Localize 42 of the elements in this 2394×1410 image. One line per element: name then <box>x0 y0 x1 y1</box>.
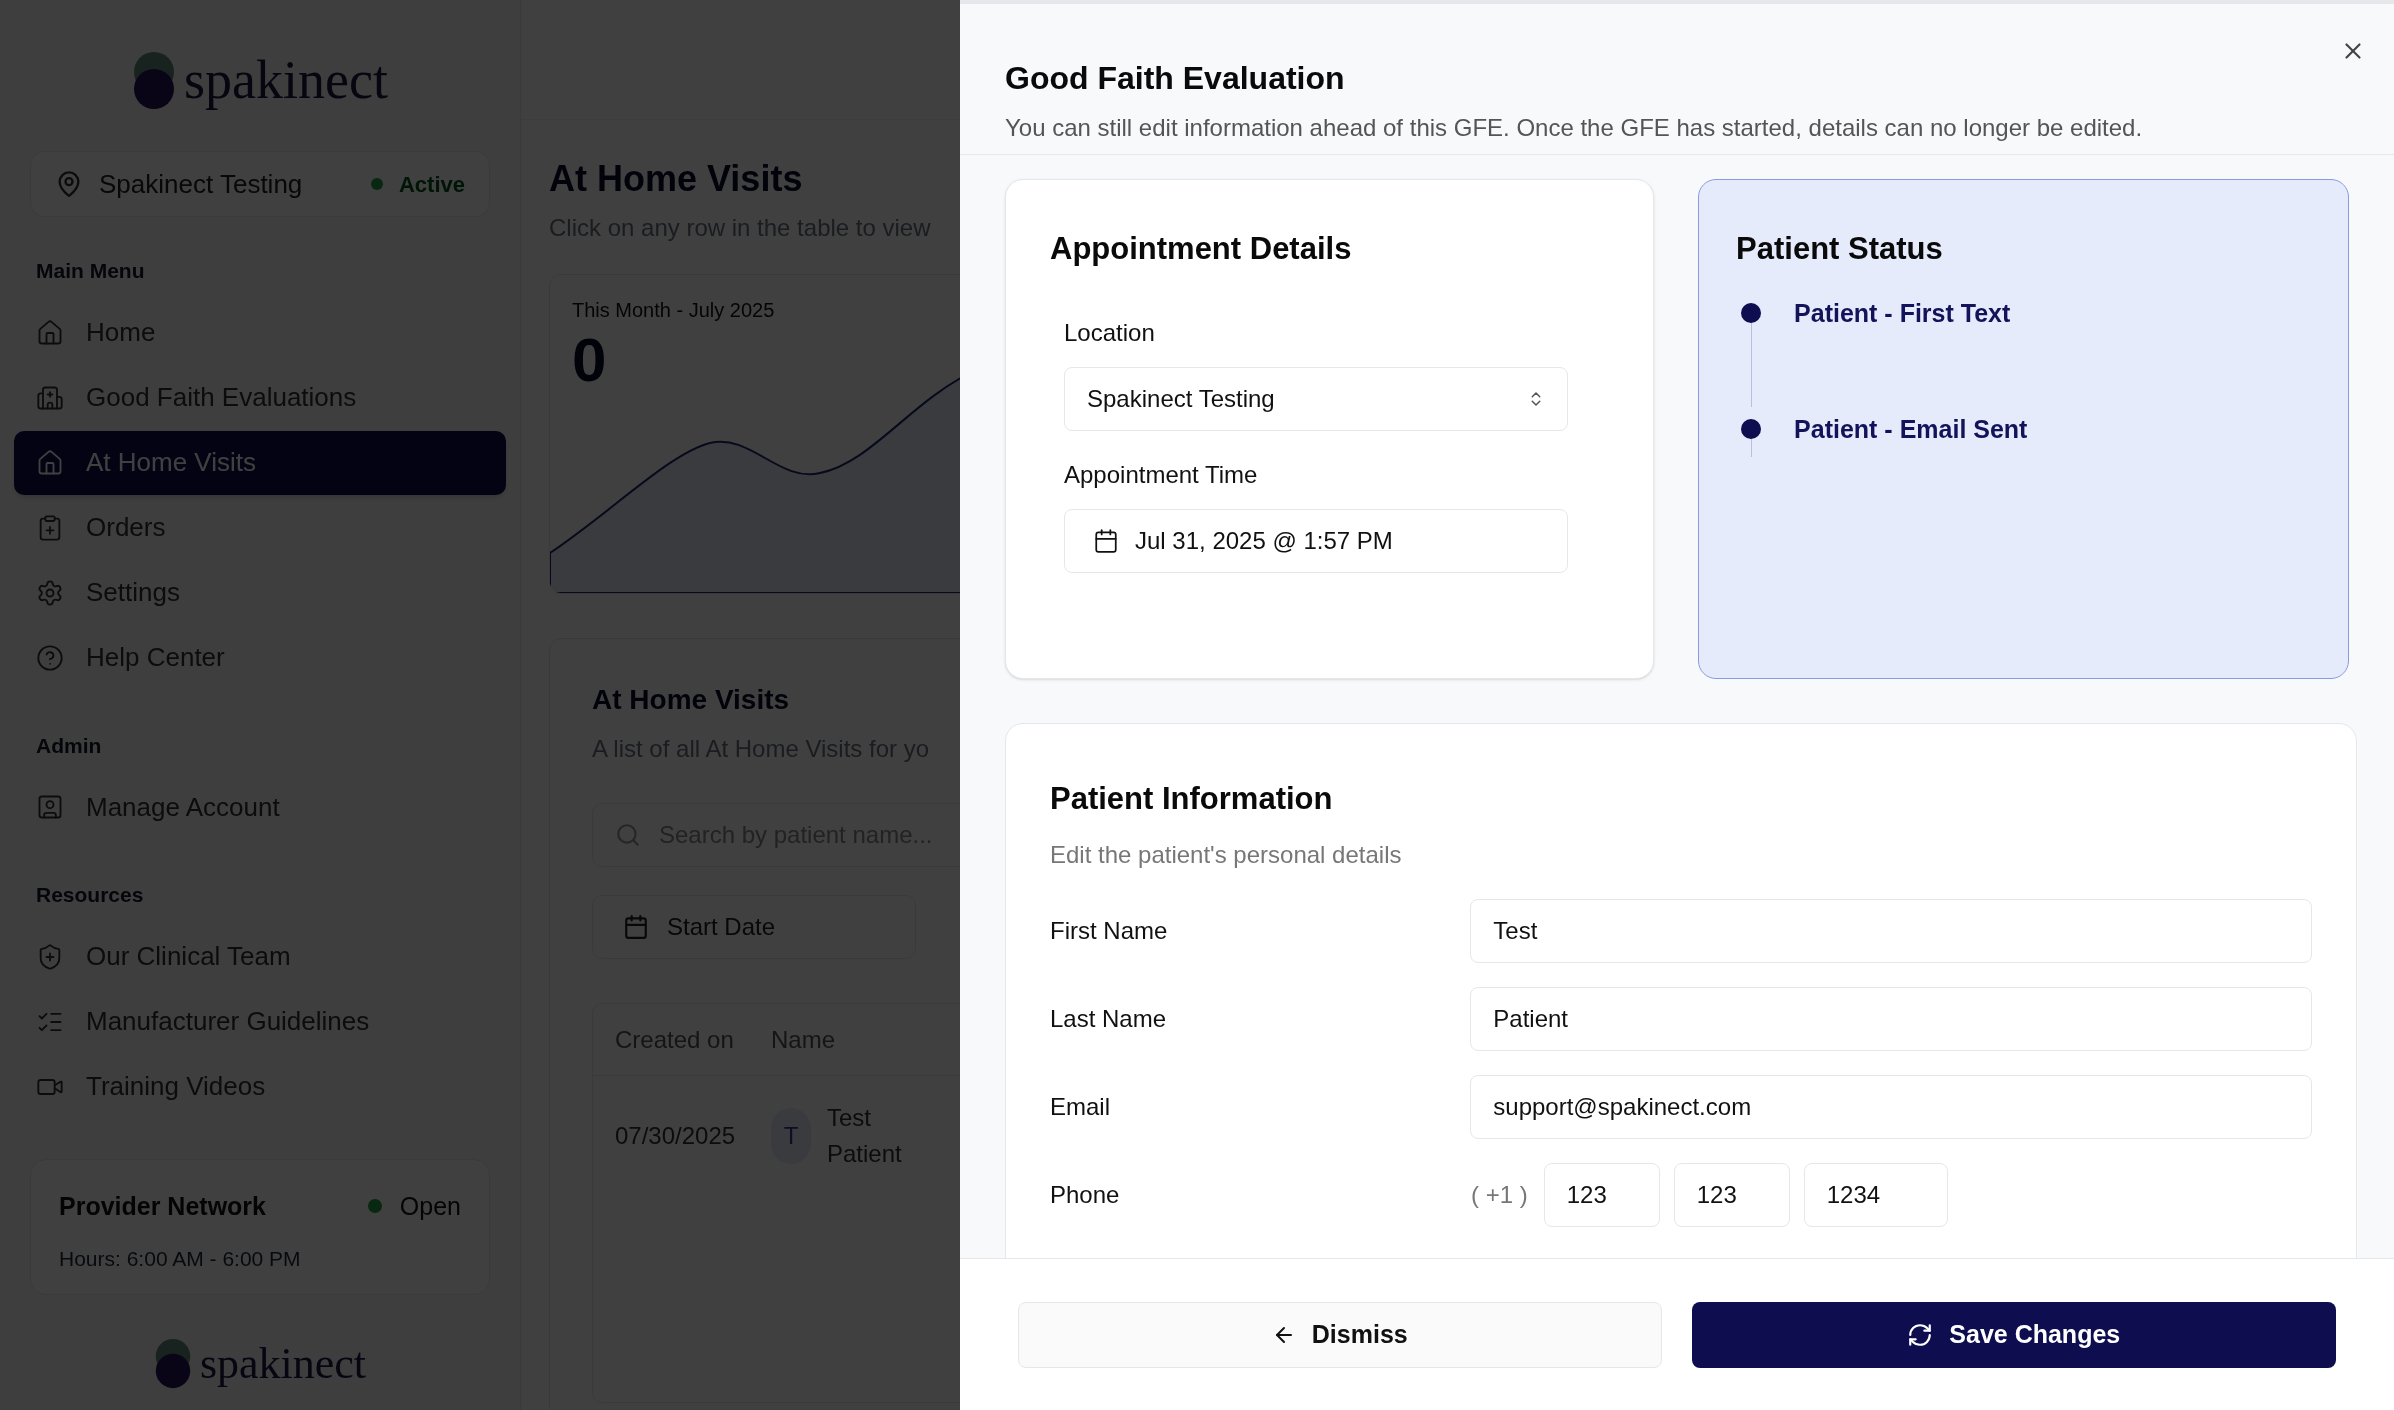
phone-field[interactable]: 1234 <box>1803 1162 1948 1227</box>
field-label: First Name <box>1050 915 1169 946</box>
status-event: Patient - First Text <box>1794 297 2011 329</box>
field-label: Appointment Time <box>1064 459 1259 490</box>
stat-value: 0 <box>571 325 608 395</box>
status-label: Active <box>398 170 465 199</box>
text-field[interactable]: support@spakinect.com <box>1470 1074 2312 1139</box>
card-title: Appointment Details <box>1050 230 1353 268</box>
dialog-subtitle: You can still edit information ahead of this GFE. Once the GFE has started, details can no longer be edited. <box>1005 113 2144 143</box>
provider-title: Provider Network <box>59 1190 267 1222</box>
field-label: Location <box>1064 317 1156 348</box>
status-event: Patient - Email Sent <box>1794 413 2028 445</box>
refresh-icon <box>1907 1321 1934 1348</box>
hours-text: Hours: 6:00 AM - 6:00 PM <box>59 1246 302 1272</box>
timeline-line <box>1750 438 1752 457</box>
date-time-field[interactable]: Jul 31, 2025 @ 1:57 PM <box>1064 508 1568 573</box>
field-label: Phone <box>1050 1179 1121 1210</box>
save-button[interactable]: Save Changes <box>1691 1301 2336 1368</box>
phone-field[interactable]: 123 <box>1543 1162 1660 1227</box>
page-title: At Home Visits <box>549 157 804 201</box>
dismiss-button[interactable]: Dismiss <box>1018 1301 1662 1368</box>
calendar-icon <box>1093 527 1119 554</box>
dialog-title: Good Faith Evaluation <box>1005 59 1346 98</box>
text-field[interactable]: Patient <box>1470 986 2312 1051</box>
list-title: At Home Visits <box>592 683 791 717</box>
field-label: Last Name <box>1050 1003 1168 1034</box>
card-subtitle: Edit the patient's personal details <box>1050 839 1403 870</box>
section-heading: Admin <box>35 732 103 759</box>
status-label: Open <box>399 1190 461 1222</box>
text-field[interactable]: Test <box>1470 898 2312 963</box>
card-title: Patient Information <box>1050 780 1334 818</box>
country-code: ( +1 ) <box>1471 1179 1528 1210</box>
stat-label: This Month - July 2025 <box>571 298 776 323</box>
location-select[interactable]: Spakinect Testing <box>1064 366 1568 431</box>
logo-text: spakinect <box>199 1337 367 1390</box>
logo-text: spakinect <box>184 49 388 112</box>
field-label: Email <box>1050 1091 1111 1122</box>
location-name: Spakinect Testing <box>99 167 304 201</box>
card-title: Patient Status <box>1736 230 1944 268</box>
section-heading: Main Menu <box>35 258 146 284</box>
phone-field[interactable]: 123 <box>1673 1162 1790 1227</box>
section-heading: Resources <box>35 882 145 908</box>
